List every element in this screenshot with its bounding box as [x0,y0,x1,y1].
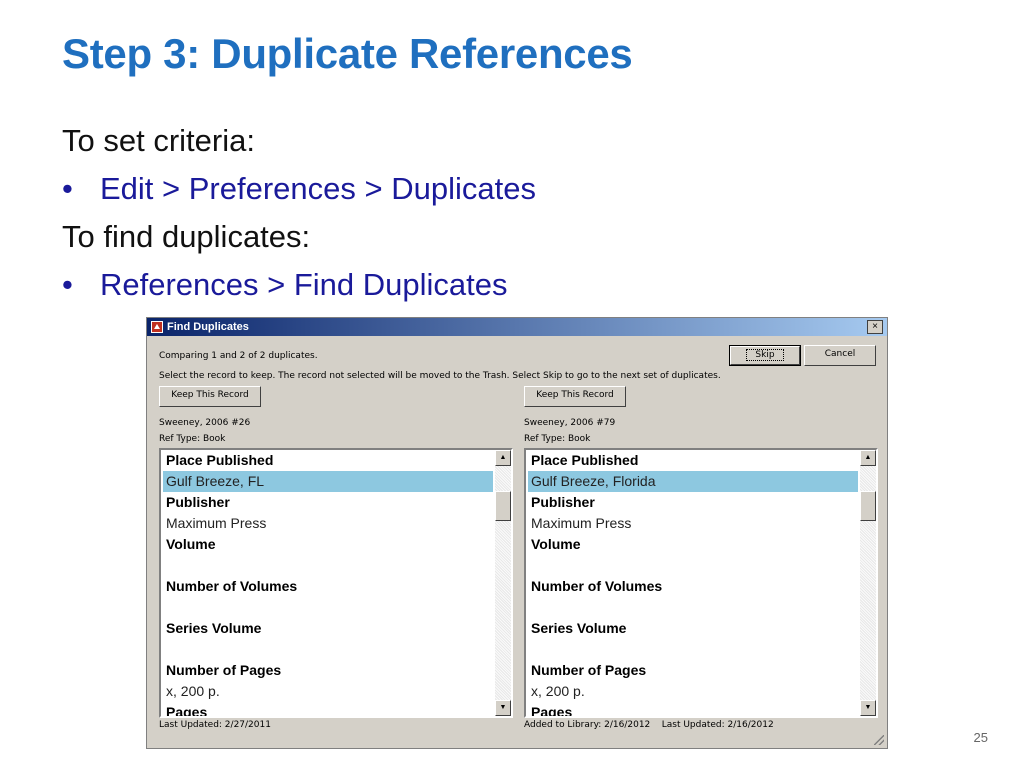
field-value-number-of-volumes[interactable] [163,597,493,618]
field-value-series-volume[interactable] [163,639,493,660]
scroll-down-icon[interactable]: ▼ [495,700,511,716]
skip-button[interactable]: Skip [729,345,801,366]
field-label-publisher: Publisher [531,494,595,510]
left-citation: Sweeney, 2006 #26 [159,418,251,428]
left-scroll-thumb[interactable] [495,491,511,521]
dialog-title: Find Duplicates [167,321,249,333]
right-fields: Place Published Gulf Breeze, Florida Pub… [528,450,858,718]
resize-grip-icon[interactable] [874,735,884,745]
field-label-volume: Volume [166,536,216,552]
instruction-text: Select the record to keep. The record no… [159,371,721,381]
left-scrollbar[interactable]: ▲ ▼ [495,450,511,716]
field-label-publisher: Publisher [166,494,230,510]
slide-title: Step 3: Duplicate References [62,30,633,77]
bullet-text: Edit > Preferences > Duplicates [100,171,536,206]
field-value-series-volume[interactable] [528,639,858,660]
keep-left-record-button[interactable]: Keep This Record [159,386,261,407]
right-scroll-thumb[interactable] [860,491,876,521]
field-label-place-published: Place Published [166,452,274,468]
scroll-down-icon[interactable]: ▼ [860,700,876,716]
field-value-publisher[interactable]: Maximum Press [528,513,858,534]
left-fields: Place Published Gulf Breeze, FL Publishe… [163,450,493,718]
right-citation: Sweeney, 2006 #79 [524,418,616,428]
field-label-number-of-pages: Number of Pages [531,662,647,678]
left-record-pane[interactable]: Place Published Gulf Breeze, FL Publishe… [159,448,513,718]
field-value-place-published[interactable]: Gulf Breeze, Florida [528,471,858,492]
scroll-up-icon[interactable]: ▲ [495,450,511,466]
field-value-volume[interactable] [528,555,858,576]
field-label-number-of-volumes: Number of Volumes [531,578,663,594]
bullet-preferences: • Edit > Preferences > Duplicates [62,171,536,207]
right-ref-type: Ref Type: Book [524,434,591,444]
scroll-up-icon[interactable]: ▲ [860,450,876,466]
field-value-volume[interactable] [163,555,493,576]
criteria-heading: To set criteria: [62,123,255,158]
bullet-dot: • [62,267,73,302]
dialog-titlebar[interactable]: Find Duplicates [147,318,887,336]
page-number: 25 [973,730,988,745]
field-label-number-of-pages: Number of Pages [166,662,282,678]
right-record-pane[interactable]: Place Published Gulf Breeze, Florida Pub… [524,448,878,718]
comparing-status: Comparing 1 and 2 of 2 duplicates. [159,351,318,361]
app-icon [151,321,163,333]
field-label-place-published: Place Published [531,452,639,468]
cancel-button[interactable]: Cancel [804,345,876,366]
field-label-volume: Volume [531,536,581,552]
left-footer: Last Updated: 2/27/2011 [159,720,271,730]
skip-button-label: Skip [746,349,784,361]
close-icon[interactable]: × [867,320,883,334]
field-value-publisher[interactable]: Maximum Press [163,513,493,534]
bullet-dot: • [62,171,73,206]
field-label-pages: Pages [166,704,208,718]
right-scrollbar[interactable]: ▲ ▼ [860,450,876,716]
field-value-number-of-volumes[interactable] [528,597,858,618]
find-heading: To find duplicates: [62,219,311,254]
field-value-place-published[interactable]: Gulf Breeze, FL [163,471,493,492]
field-value-number-of-pages[interactable]: x, 200 p. [528,681,858,702]
field-value-number-of-pages[interactable]: x, 200 p. [163,681,493,702]
left-ref-type: Ref Type: Book [159,434,226,444]
field-label-series-volume: Series Volume [166,620,262,636]
field-label-number-of-volumes: Number of Volumes [166,578,298,594]
bullet-find-duplicates: • References > Find Duplicates [62,267,508,303]
keep-right-record-button[interactable]: Keep This Record [524,386,626,407]
field-label-pages: Pages [531,704,573,718]
bullet-text: References > Find Duplicates [100,267,508,302]
find-duplicates-dialog: Find Duplicates × Comparing 1 and 2 of 2… [146,317,888,749]
field-label-series-volume: Series Volume [531,620,627,636]
right-footer: Added to Library: 2/16/2012 Last Updated… [524,720,774,730]
